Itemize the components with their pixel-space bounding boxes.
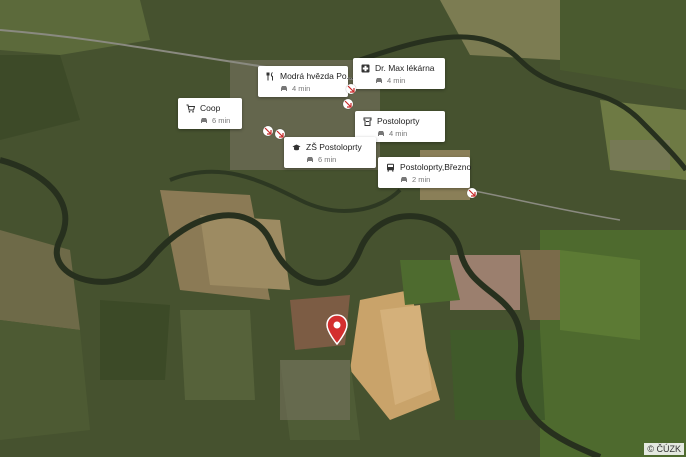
poi-card-pharmacy[interactable]: Dr. Max lékárna 4 min	[353, 58, 445, 89]
poi-travel-time: 4 min	[389, 129, 408, 138]
poi-pointer-arrow-icon	[467, 188, 477, 198]
map-copyright: © ČÚZK	[644, 443, 684, 455]
car-icon	[200, 117, 208, 124]
poi-pointer-arrow-icon	[275, 129, 285, 139]
shopping-cart-icon	[186, 104, 195, 113]
poi-name: Postoloprty	[377, 116, 420, 126]
map-pin-icon[interactable]	[326, 314, 348, 346]
poi-pointer-arrow-icon	[346, 84, 356, 94]
car-icon	[400, 176, 408, 183]
poi-travel-time: 4 min	[387, 76, 406, 85]
poi-card-bus-stop[interactable]: Postoloprty,Březno 2 min	[378, 157, 472, 188]
poi-name: ZŠ Postoloprty	[306, 142, 362, 152]
poi-travel-time: 6 min	[318, 155, 337, 164]
poi-travel-time: 6 min	[212, 116, 231, 125]
poi-card-restaurant[interactable]: Modrá hvězda Po... 4 min	[258, 66, 354, 97]
post-office-icon	[363, 117, 372, 126]
poi-pointer-arrow-icon	[343, 99, 353, 109]
poi-travel-time: 4 min	[292, 84, 311, 93]
poi-travel-time: 2 min	[412, 175, 431, 184]
poi-card-coop[interactable]: Coop 6 min	[178, 98, 242, 129]
poi-name: Dr. Max lékárna	[375, 63, 435, 73]
car-icon	[280, 85, 288, 92]
poi-name: Postoloprty,Březno	[400, 162, 472, 172]
car-icon	[377, 130, 385, 137]
poi-pointer-arrow-icon	[263, 126, 273, 136]
poi-name: Coop	[200, 103, 221, 113]
car-icon	[375, 77, 383, 84]
map-view[interactable]: Dr. Max lékárna 4 min Modrá hvězda Po...…	[0, 0, 686, 457]
restaurant-cutlery-icon	[266, 71, 275, 81]
poi-name: Modrá hvězda Po...	[280, 71, 354, 81]
car-icon	[306, 156, 314, 163]
bus-icon	[386, 163, 395, 172]
school-graduation-cap-icon	[292, 143, 301, 152]
poi-card-school[interactable]: ZŠ Postoloprty 6 min	[284, 137, 376, 168]
pharmacy-cross-icon	[361, 64, 370, 73]
